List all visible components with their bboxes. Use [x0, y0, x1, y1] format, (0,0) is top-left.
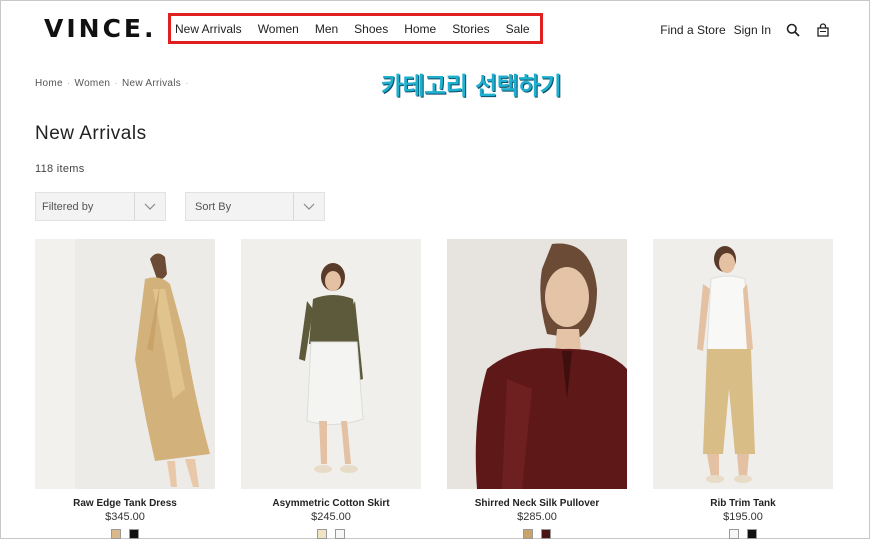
product-card[interactable]: Shirred Neck Silk Pullover $285.00 [447, 239, 627, 539]
nav-item-women[interactable]: Women [258, 22, 299, 36]
dropdown-divider [293, 193, 294, 220]
color-swatch[interactable] [317, 529, 327, 539]
color-swatch[interactable] [129, 529, 139, 539]
product-name[interactable]: Rib Trim Tank [653, 498, 833, 509]
filter-dropdown[interactable]: Filtered by [35, 192, 166, 221]
color-swatch[interactable] [747, 529, 757, 539]
product-price: $345.00 [105, 511, 145, 523]
chevron-down-icon [144, 203, 156, 210]
filter-dropdown-label: Filtered by [42, 201, 94, 213]
color-swatch[interactable] [541, 529, 551, 539]
nav-item-stories[interactable]: Stories [452, 22, 489, 36]
main-nav: New Arrivals Women Men Shoes Home Storie… [175, 22, 546, 36]
product-image[interactable] [447, 239, 627, 489]
search-icon[interactable] [785, 22, 801, 38]
product-card[interactable]: Rib Trim Tank $195.00 [653, 239, 833, 539]
find-store-link[interactable]: Find a Store [660, 23, 725, 37]
product-name[interactable]: Raw Edge Tank Dress [35, 498, 215, 509]
product-price: $285.00 [517, 511, 557, 523]
breadcrumb-separator: · [185, 78, 189, 89]
product-image[interactable] [241, 239, 421, 489]
color-swatch[interactable] [111, 529, 121, 539]
breadcrumb-separator: · [66, 78, 71, 89]
page-title: New Arrivals [35, 123, 147, 144]
breadcrumb: Home · Women · New Arrivals · [35, 78, 193, 89]
vince-logo[interactable]: VINCE. [44, 14, 157, 43]
product-card[interactable]: Raw Edge Tank Dress $345.00 [35, 239, 215, 539]
breadcrumb-women[interactable]: Women [75, 78, 111, 89]
color-swatches [653, 529, 833, 539]
breadcrumb-home[interactable]: Home [35, 78, 63, 89]
nav-item-home[interactable]: Home [404, 22, 436, 36]
product-name[interactable]: Asymmetric Cotton Skirt [241, 498, 421, 509]
color-swatch[interactable] [729, 529, 739, 539]
shopping-bag-icon[interactable] [815, 22, 831, 38]
product-price: $245.00 [311, 511, 351, 523]
product-image[interactable] [653, 239, 833, 489]
color-swatches [241, 529, 421, 539]
breadcrumb-separator: · [114, 78, 118, 89]
item-count: 118 items [35, 163, 85, 175]
color-swatches [447, 529, 627, 539]
product-price: $195.00 [723, 511, 763, 523]
sign-in-link[interactable]: Sign In [734, 23, 771, 37]
nav-item-shoes[interactable]: Shoes [354, 22, 388, 36]
sort-dropdown-label: Sort By [195, 201, 232, 213]
color-swatch[interactable] [335, 529, 345, 539]
product-image[interactable] [35, 239, 215, 489]
sort-dropdown[interactable]: Sort By [185, 192, 325, 221]
utility-nav: Find a Store Sign In [652, 22, 831, 38]
color-swatch[interactable] [523, 529, 533, 539]
chevron-down-icon [303, 203, 315, 210]
product-card[interactable]: Asymmetric Cotton Skirt $245.00 [241, 239, 421, 539]
breadcrumb-new-arrivals[interactable]: New Arrivals [122, 78, 181, 89]
nav-item-new-arrivals[interactable]: New Arrivals [175, 22, 242, 36]
nav-item-sale[interactable]: Sale [506, 22, 530, 36]
color-swatches [35, 529, 215, 539]
product-name[interactable]: Shirred Neck Silk Pullover [447, 498, 627, 509]
nav-item-men[interactable]: Men [315, 22, 338, 36]
category-select-annotation: 카테고리 선택하기 [381, 72, 562, 100]
dropdown-divider [134, 193, 135, 220]
